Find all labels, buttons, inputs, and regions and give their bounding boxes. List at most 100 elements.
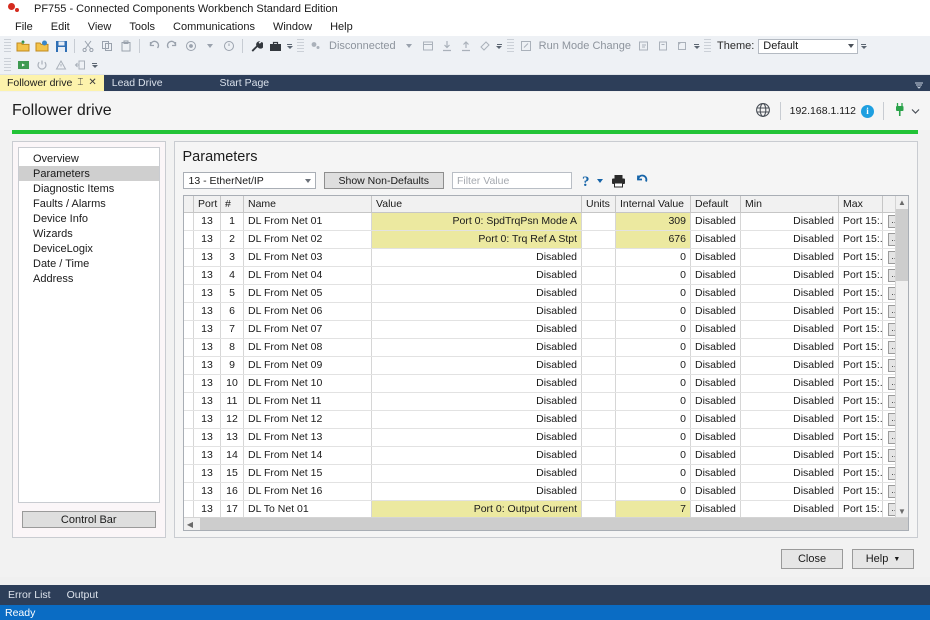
tab-follower-drive[interactable]: Follower drive ⌶ ✕: [0, 75, 104, 91]
sidebar-item-overview[interactable]: Overview: [19, 151, 159, 166]
menu-item-edit[interactable]: Edit: [42, 20, 79, 34]
tab-overflow-caret-icon[interactable]: [914, 80, 924, 92]
build-dropdown-icon[interactable]: [201, 37, 219, 55]
cell-internal-value[interactable]: 0: [615, 266, 691, 285]
cell-internal-value[interactable]: 0: [615, 248, 691, 267]
port-select[interactable]: 13 - EtherNet/IP: [182, 172, 316, 189]
sidebar-item-wizards[interactable]: Wizards: [19, 226, 159, 241]
cell-internal-value[interactable]: 0: [615, 410, 691, 429]
build-icon[interactable]: [182, 37, 200, 55]
row-selector[interactable]: [183, 428, 194, 447]
toolbar-overflow-button[interactable]: [692, 37, 701, 55]
cut-icon[interactable]: [79, 37, 97, 55]
redo-icon[interactable]: [163, 37, 181, 55]
row-selector[interactable]: [183, 320, 194, 339]
table-row[interactable]: 13 7 DL From Net 07 Disabled 0 Disabled Disabl…: [183, 320, 908, 339]
menu-item-view[interactable]: View: [79, 20, 121, 34]
run-mode-change-label[interactable]: Run Mode Change: [536, 40, 634, 52]
cell-internal-value[interactable]: 0: [615, 482, 691, 501]
cell-value[interactable]: Disabled: [371, 392, 582, 411]
cell-internal-value[interactable]: 0: [615, 356, 691, 375]
cell-value[interactable]: Disabled: [371, 464, 582, 483]
table-row[interactable]: 13 6 DL From Net 06 Disabled 0 Disabled Disabl…: [183, 302, 908, 321]
row-selector[interactable]: [183, 248, 194, 267]
scroll-thumb-horizontal[interactable]: [199, 518, 909, 530]
toolbar-grip[interactable]: [704, 38, 711, 54]
open-folder-icon[interactable]: [14, 37, 32, 55]
col-max[interactable]: Max: [838, 196, 883, 213]
table-row[interactable]: 13 3 DL From Net 03 Disabled 0 Disabled Disabl…: [183, 248, 908, 267]
cell-internal-value[interactable]: 0: [615, 338, 691, 357]
col-number[interactable]: #: [220, 196, 244, 213]
cell-value[interactable]: Disabled: [371, 428, 582, 447]
table-row[interactable]: 13 11 DL From Net 11 Disabled 0 Disabled Disab…: [183, 392, 908, 411]
table-row[interactable]: 13 9 DL From Net 09 Disabled 0 Disabled Disabl…: [183, 356, 908, 375]
cell-internal-value[interactable]: 0: [615, 428, 691, 447]
show-non-defaults-button[interactable]: Show Non-Defaults: [323, 172, 444, 189]
col-name[interactable]: Name: [243, 196, 372, 213]
table-row[interactable]: 13 4 DL From Net 04 Disabled 0 Disabled Disabl…: [183, 266, 908, 285]
row-selector[interactable]: [183, 230, 194, 249]
help-question-icon[interactable]: ?: [580, 173, 603, 189]
toolbar-overflow-button[interactable]: [90, 56, 99, 74]
menu-item-window[interactable]: Window: [264, 20, 321, 34]
save-icon[interactable]: [52, 37, 70, 55]
table-row[interactable]: 13 16 DL From Net 16 Disabled 0 Disabled Disab…: [183, 482, 908, 501]
row-selector[interactable]: [183, 266, 194, 285]
toolbar-overflow-button[interactable]: [859, 37, 868, 55]
copy-device-icon[interactable]: [654, 37, 672, 55]
row-selector[interactable]: [183, 356, 194, 375]
scroll-up-arrow-icon[interactable]: ▲: [896, 196, 908, 208]
cell-internal-value[interactable]: 0: [615, 392, 691, 411]
device-toolbar-icon[interactable]: [14, 56, 32, 74]
cell-internal-value[interactable]: 309: [615, 212, 691, 231]
cell-value[interactable]: Disabled: [371, 320, 582, 339]
diagnose-icon[interactable]: [476, 37, 494, 55]
menu-item-communications[interactable]: Communications: [164, 20, 264, 34]
tab-lead-drive[interactable]: Lead Drive: [104, 75, 170, 91]
download-icon[interactable]: [438, 37, 456, 55]
cell-internal-value[interactable]: 0: [615, 320, 691, 339]
menu-item-file[interactable]: File: [6, 20, 42, 34]
globe-icon[interactable]: [755, 102, 771, 121]
browse-icon[interactable]: [419, 37, 437, 55]
chevron-down-icon[interactable]: [911, 105, 920, 117]
row-selector[interactable]: [183, 500, 194, 517]
col-min[interactable]: Min: [740, 196, 839, 213]
table-row[interactable]: 13 5 DL From Net 05 Disabled 0 Disabled Disabl…: [183, 284, 908, 303]
cell-value[interactable]: Disabled: [371, 248, 582, 267]
close-button[interactable]: Close: [781, 549, 843, 569]
table-row[interactable]: 13 15 DL From Net 15 Disabled 0 Disabled Disab…: [183, 464, 908, 483]
cell-value[interactable]: Disabled: [371, 356, 582, 375]
toolbox-icon[interactable]: [266, 37, 284, 55]
menu-item-tools[interactable]: Tools: [120, 20, 164, 34]
connection-status-label[interactable]: Disconnected: [326, 40, 399, 52]
cell-internal-value[interactable]: 676: [615, 230, 691, 249]
toolbar-grip[interactable]: [4, 57, 11, 73]
col-port[interactable]: Port: [193, 196, 221, 213]
menu-item-help[interactable]: Help: [321, 20, 362, 34]
info-icon[interactable]: i: [861, 104, 874, 118]
scroll-thumb-vertical[interactable]: [896, 209, 908, 281]
cell-internal-value[interactable]: 0: [615, 374, 691, 393]
close-icon[interactable]: ✕: [88, 78, 96, 88]
secure-icon[interactable]: [635, 37, 653, 55]
scroll-down-arrow-icon[interactable]: ▼: [896, 505, 908, 517]
row-selector[interactable]: [183, 302, 194, 321]
plug-connected-icon[interactable]: [893, 102, 907, 121]
table-row[interactable]: 13 17 DL To Net 01 Port 0: Output Current 7 D…: [183, 500, 908, 517]
cell-value[interactable]: Disabled: [371, 410, 582, 429]
undo-icon[interactable]: [144, 37, 162, 55]
connection-dropdown-icon[interactable]: [400, 37, 418, 55]
paste-icon[interactable]: [117, 37, 135, 55]
row-selector[interactable]: [183, 464, 194, 483]
sidebar-item-diagnostic-items[interactable]: Diagnostic Items: [19, 181, 159, 196]
control-bar-button[interactable]: Control Bar: [22, 511, 156, 528]
export-icon[interactable]: [71, 56, 89, 74]
sidebar-item-device-info[interactable]: Device Info: [19, 211, 159, 226]
pin-icon[interactable]: ⌶: [77, 78, 83, 88]
tab-start-page[interactable]: Start Page: [170, 75, 277, 91]
toolbar-grip[interactable]: [4, 38, 11, 54]
wrench-icon[interactable]: [247, 37, 265, 55]
toolbar-grip[interactable]: [297, 38, 304, 54]
